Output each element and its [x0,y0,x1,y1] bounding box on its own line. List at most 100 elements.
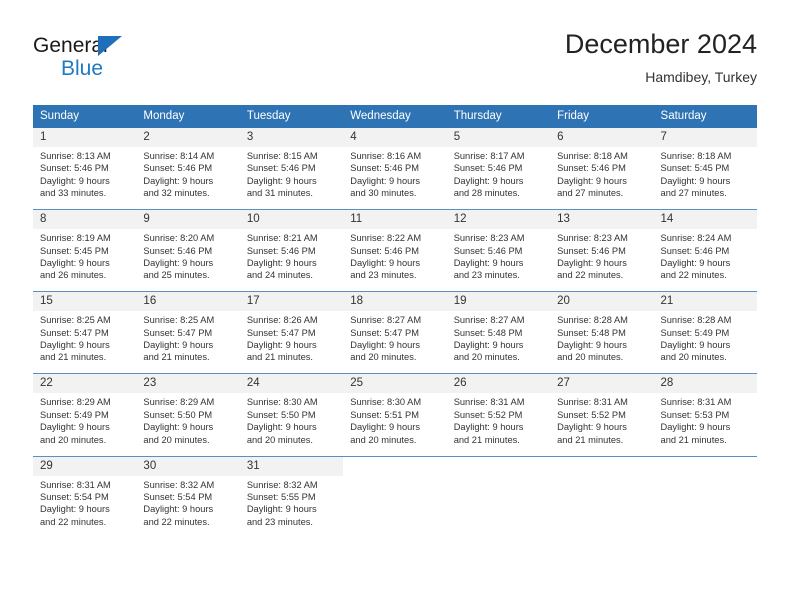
day-number[interactable]: 21 [653,291,757,312]
sunrise-text: Sunrise: 8:27 AM [453,315,525,326]
day-cell[interactable]: Sunrise: 8:27 AM Sunset: 5:47 PM Dayligh… [343,311,447,373]
day-cell[interactable]: Sunrise: 8:31 AM Sunset: 5:52 PM Dayligh… [446,393,551,455]
day-number[interactable]: 23 [136,373,240,394]
day-number[interactable]: 25 [343,373,447,394]
day-cell[interactable]: Sunrise: 8:15 AM Sunset: 5:46 PM Dayligh… [239,147,344,209]
day-cell[interactable]: Sunrise: 8:32 AM Sunset: 5:54 PM Dayligh… [136,475,240,538]
sunrise-text: Sunrise: 8:31 AM [40,479,111,490]
day-cell[interactable]: Sunrise: 8:31 AM Sunset: 5:53 PM Dayligh… [653,393,757,455]
day-number[interactable]: 2 [136,128,240,147]
sunset-text: Sunset: 5:47 PM [143,327,213,338]
daylight-line1: Daylight: 9 hours [660,175,731,186]
day-number[interactable]: 12 [446,209,551,230]
sunrise-text: Sunrise: 8:25 AM [143,315,215,326]
day-number[interactable]: 26 [446,373,551,394]
daylight-line2: and 22 minutes. [557,270,624,281]
day-cell[interactable]: Sunrise: 8:26 AM Sunset: 5:47 PM Dayligh… [239,311,344,373]
weekday-header-monday: Monday [136,105,240,128]
general-blue-logo[interactable]: General Blue [33,34,253,90]
day-number[interactable]: 4 [343,128,447,147]
sunrise-text: Sunrise: 8:28 AM [660,315,732,326]
logo-text-blue: Blue [61,57,104,80]
daylight-line2: and 21 minutes. [246,352,313,363]
day-number[interactable]: 27 [550,373,654,394]
day-cell[interactable]: Sunrise: 8:31 AM Sunset: 5:52 PM Dayligh… [550,393,654,455]
day-number[interactable]: 24 [239,373,344,394]
daylight-line1: Daylight: 9 hours [143,257,214,268]
title-block: December 2024 Hamdibey, Turkey [565,28,757,87]
day-number[interactable]: 18 [343,291,447,312]
sunset-text: Sunset: 5:46 PM [660,245,730,256]
daylight-line2: and 20 minutes. [40,434,107,445]
sunrise-text: Sunrise: 8:18 AM [557,151,628,161]
day-number[interactable]: 11 [343,209,447,230]
day-number-empty [446,456,551,476]
sunset-text: Sunset: 5:50 PM [246,409,316,420]
daylight-line1: Daylight: 9 hours [246,504,317,515]
day-number[interactable]: 20 [550,291,654,312]
day-number[interactable]: 10 [239,209,344,230]
day-cell[interactable]: Sunrise: 8:29 AM Sunset: 5:50 PM Dayligh… [136,393,240,455]
day-number[interactable]: 5 [446,128,551,147]
day-cell[interactable]: Sunrise: 8:30 AM Sunset: 5:51 PM Dayligh… [343,393,447,455]
day-number[interactable]: 6 [550,128,654,147]
day-number-empty [550,456,654,476]
day-cell[interactable]: Sunrise: 8:22 AM Sunset: 5:46 PM Dayligh… [343,229,447,291]
day-cell[interactable]: Sunrise: 8:16 AM Sunset: 5:46 PM Dayligh… [343,147,447,209]
daylight-line1: Daylight: 9 hours [557,257,627,268]
sunset-text: Sunset: 5:46 PM [246,245,316,256]
day-cell[interactable]: Sunrise: 8:23 AM Sunset: 5:46 PM Dayligh… [550,229,654,291]
day-cell[interactable]: Sunrise: 8:18 AM Sunset: 5:46 PM Dayligh… [550,147,654,209]
day-cell[interactable]: Sunrise: 8:14 AM Sunset: 5:46 PM Dayligh… [136,147,240,209]
day-number[interactable]: 29 [33,456,137,476]
day-cell[interactable]: Sunrise: 8:28 AM Sunset: 5:48 PM Dayligh… [550,311,654,373]
day-number[interactable]: 8 [33,209,137,230]
daylight-line2: and 25 minutes. [143,270,210,281]
day-number[interactable]: 1 [33,128,137,147]
day-number[interactable]: 13 [550,209,654,230]
week-1-daynumbers: 1 2 3 4 5 6 7 [33,128,757,147]
day-number[interactable]: 17 [239,291,344,312]
sunrise-text: Sunrise: 8:15 AM [246,151,318,161]
week-4-daynumbers: 22 23 24 25 26 27 28 [33,373,757,394]
day-cell[interactable]: Sunrise: 8:23 AM Sunset: 5:46 PM Dayligh… [446,229,551,291]
day-cell[interactable]: Sunrise: 8:20 AM Sunset: 5:46 PM Dayligh… [136,229,240,291]
daylight-line1: Daylight: 9 hours [40,504,110,515]
sunset-text: Sunset: 5:48 PM [453,327,523,338]
day-number[interactable]: 30 [136,456,240,476]
day-cell[interactable]: Sunrise: 8:18 AM Sunset: 5:45 PM Dayligh… [653,147,757,209]
sunrise-text: Sunrise: 8:28 AM [557,315,628,326]
sunset-text: Sunset: 5:52 PM [453,409,523,420]
day-number[interactable]: 22 [33,373,137,394]
calendar-body: 1 2 3 4 5 6 7 Sunrise: 8:13 AM Sunset: 5… [33,128,757,538]
daylight-line2: and 20 minutes. [246,434,313,445]
day-number[interactable]: 31 [239,456,344,476]
day-number[interactable]: 19 [446,291,551,312]
day-number[interactable]: 7 [653,128,757,147]
sunrise-text: Sunrise: 8:29 AM [40,397,111,408]
day-cell[interactable]: Sunrise: 8:25 AM Sunset: 5:47 PM Dayligh… [136,311,240,373]
day-cell[interactable]: Sunrise: 8:29 AM Sunset: 5:49 PM Dayligh… [33,393,137,455]
day-cell[interactable]: Sunrise: 8:28 AM Sunset: 5:49 PM Dayligh… [653,311,757,373]
daylight-line2: and 22 minutes. [40,516,107,527]
day-cell[interactable]: Sunrise: 8:21 AM Sunset: 5:46 PM Dayligh… [239,229,344,291]
day-cell[interactable]: Sunrise: 8:30 AM Sunset: 5:50 PM Dayligh… [239,393,344,455]
page-title: December 2024 [564,29,757,59]
sunrise-text: Sunrise: 8:27 AM [350,315,422,326]
day-cell[interactable]: Sunrise: 8:24 AM Sunset: 5:46 PM Dayligh… [653,229,757,291]
day-cell[interactable]: Sunrise: 8:17 AM Sunset: 5:46 PM Dayligh… [446,147,551,209]
day-number[interactable]: 3 [239,128,344,147]
day-cell[interactable]: Sunrise: 8:27 AM Sunset: 5:48 PM Dayligh… [446,311,551,373]
day-cell[interactable]: Sunrise: 8:31 AM Sunset: 5:54 PM Dayligh… [33,475,137,538]
daylight-line1: Daylight: 9 hours [143,340,214,351]
day-number[interactable]: 28 [653,373,757,394]
daylight-line2: and 31 minutes. [246,188,313,199]
day-number[interactable]: 15 [33,291,137,312]
day-number[interactable]: 14 [653,209,757,230]
day-cell[interactable]: Sunrise: 8:19 AM Sunset: 5:45 PM Dayligh… [33,229,137,291]
day-cell[interactable]: Sunrise: 8:25 AM Sunset: 5:47 PM Dayligh… [33,311,137,373]
day-number[interactable]: 16 [136,291,240,312]
day-cell[interactable]: Sunrise: 8:32 AM Sunset: 5:55 PM Dayligh… [239,475,344,538]
day-cell[interactable]: Sunrise: 8:13 AM Sunset: 5:46 PM Dayligh… [33,147,137,209]
day-number[interactable]: 9 [136,209,240,230]
